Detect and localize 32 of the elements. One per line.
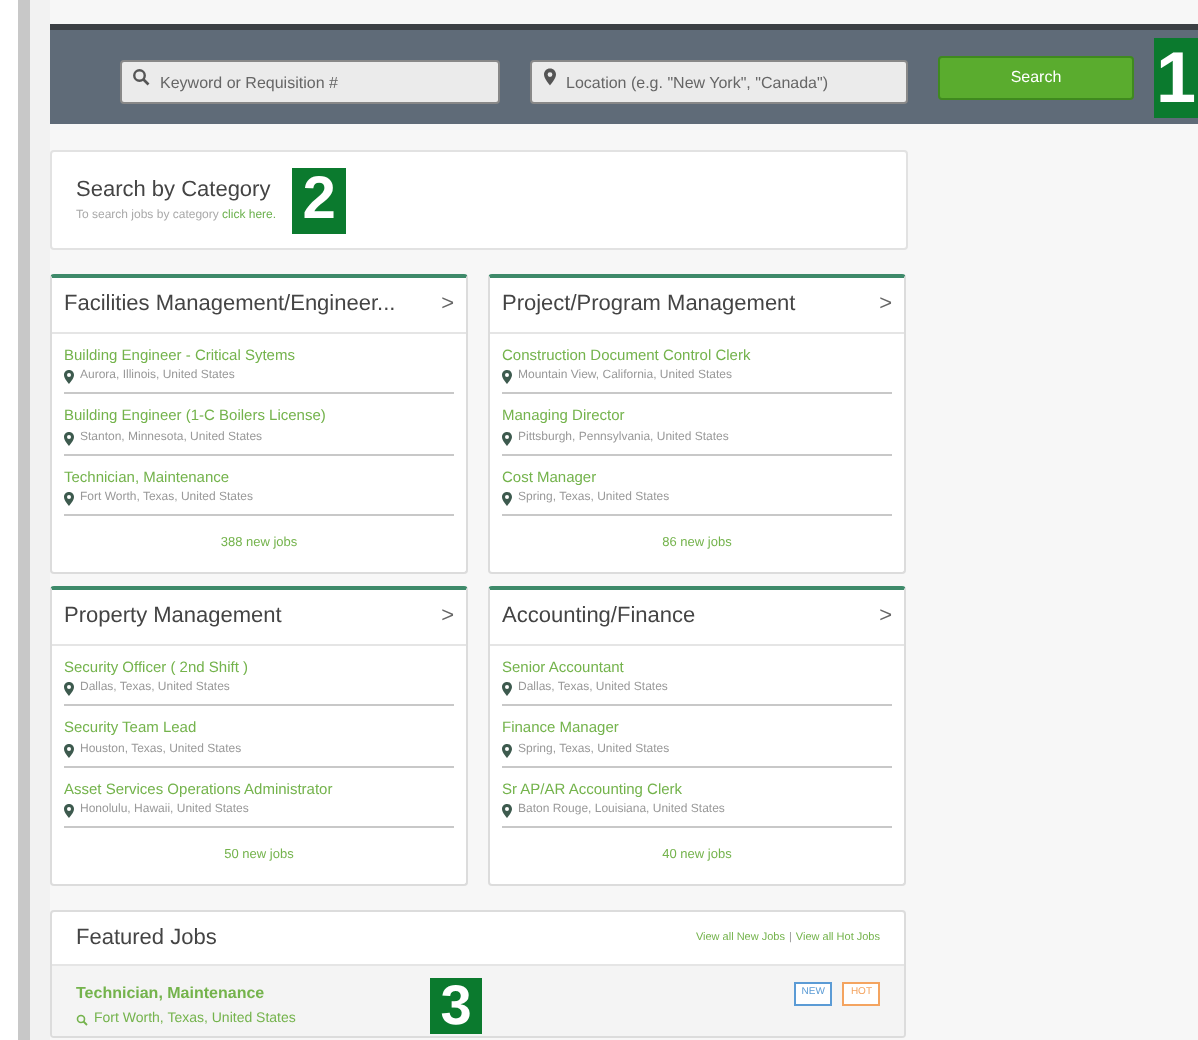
chevron-icon[interactable]: > bbox=[441, 288, 454, 322]
category-title[interactable]: Property Management bbox=[64, 600, 282, 634]
location-pin-icon bbox=[64, 370, 74, 385]
location-pin-icon bbox=[64, 803, 74, 818]
location-pin-icon bbox=[502, 803, 512, 818]
location-pin-icon bbox=[64, 491, 74, 506]
location-pin-icon bbox=[64, 431, 74, 445]
location-pin-icon bbox=[502, 743, 512, 757]
location-field[interactable]: Location (e.g. "New York", "Canada") bbox=[530, 60, 908, 104]
location-pin-icon bbox=[502, 431, 512, 445]
location-pin-icon bbox=[502, 370, 512, 385]
step-number-marker: 1 bbox=[1154, 37, 1198, 117]
search-icon bbox=[132, 67, 150, 85]
category-title[interactable]: Accounting/Finance bbox=[502, 600, 696, 634]
chevron-icon[interactable]: > bbox=[441, 600, 454, 634]
keyword-field[interactable]: Keyword or Requisition # bbox=[120, 60, 500, 104]
location-pin-icon bbox=[64, 743, 74, 757]
category-title[interactable]: Facilities Management/Engineer... bbox=[64, 288, 396, 322]
job-title-link[interactable]: Technician, Maintenance bbox=[76, 982, 406, 1006]
chevron-icon[interactable]: > bbox=[879, 288, 892, 322]
location-pin-icon bbox=[502, 682, 512, 697]
location-pin-icon bbox=[64, 682, 74, 697]
location-pin-icon bbox=[502, 491, 512, 506]
step-number-marker: 2 bbox=[292, 167, 347, 233]
search-icon bbox=[76, 1014, 88, 1027]
chevron-icon[interactable]: > bbox=[879, 600, 892, 634]
category-title[interactable]: Project/Program Management bbox=[502, 288, 796, 322]
location-pin-icon bbox=[544, 67, 556, 85]
section-title: Search by Category bbox=[76, 176, 273, 207]
section-title: Featured Jobs bbox=[76, 923, 217, 954]
step-number-marker: 3 bbox=[430, 978, 482, 1034]
search-button[interactable]: Search bbox=[938, 55, 1134, 99]
